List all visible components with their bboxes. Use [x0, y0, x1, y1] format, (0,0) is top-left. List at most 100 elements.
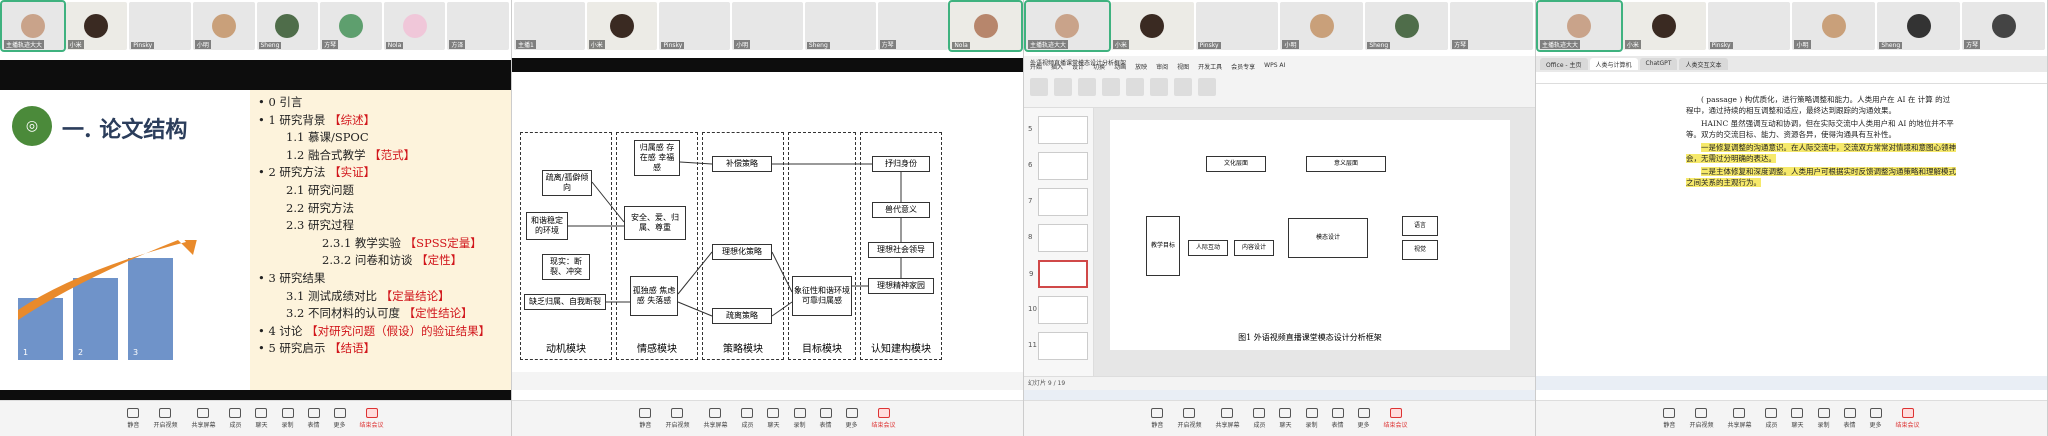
toolbar-button[interactable]: 成员 [229, 408, 241, 429]
participant-tile[interactable]: 小明 [192, 2, 255, 50]
participant-tile[interactable]: Sheng [1877, 2, 1961, 50]
address-bar[interactable] [1536, 72, 2047, 84]
ribbon-button[interactable] [1126, 78, 1144, 96]
toolbar-button[interactable]: 更多 [1869, 408, 1882, 429]
toolbar-button[interactable]: 结束会议 [1896, 408, 1920, 429]
menu-tab[interactable]: 设计 [1072, 62, 1084, 74]
participant-tile[interactable]: 主播轨迹大大 [1024, 0, 1111, 52]
toolbar-button[interactable]: 录制 [281, 408, 294, 429]
toolbar-button[interactable]: 共享屏幕 [703, 408, 727, 429]
slide-thumbnail[interactable]: 11 [1028, 332, 1088, 360]
participant-tile[interactable]: 小明 [1280, 2, 1364, 50]
toolbar-button[interactable]: 成员 [1765, 408, 1777, 429]
participant-tile[interactable]: 小明 [1792, 2, 1876, 50]
slide-thumbnail[interactable]: 8 [1028, 224, 1088, 252]
toolbar-button[interactable]: 开启视频 [1689, 408, 1713, 429]
participant-tile[interactable]: Pinsky [1195, 2, 1279, 50]
toolbar-button[interactable]: 静音 [1151, 408, 1163, 429]
toolbar-button[interactable]: 更多 [1357, 408, 1370, 429]
menu-tab[interactable]: 开发工具 [1198, 62, 1222, 74]
ribbon-button[interactable] [1150, 78, 1168, 96]
toolbar-button[interactable]: 更多 [333, 408, 346, 429]
menu-tab[interactable]: 会员专享 [1231, 62, 1255, 74]
toolbar-button[interactable]: 开启视频 [1177, 408, 1201, 429]
toolbar-button[interactable]: 共享屏幕 [191, 408, 215, 429]
toolbar-button[interactable]: 录制 [793, 408, 806, 429]
toolbar-button[interactable]: 聊天 [767, 408, 780, 429]
outline-item: • 5 研究启示 【结语】 [258, 340, 504, 358]
bar-label: 3 [133, 348, 138, 357]
menu-tab[interactable]: WPS AI [1264, 62, 1285, 74]
toolbar-button[interactable]: 聊天 [1279, 408, 1292, 429]
slide-thumbnail[interactable]: 6 [1028, 152, 1088, 180]
ribbon-button[interactable] [1174, 78, 1192, 96]
toolbar-button[interactable]: 共享屏幕 [1727, 408, 1751, 429]
slide-thumbnail[interactable]: 5 [1028, 116, 1088, 144]
toolbar-button[interactable]: 表情 [1843, 408, 1856, 429]
toolbar-button[interactable]: 聊天 [1791, 408, 1804, 429]
toolbar-button[interactable]: 录制 [1305, 408, 1318, 429]
menu-tab[interactable]: 切换 [1093, 62, 1105, 74]
participant-tile[interactable]: 小米 [586, 2, 658, 50]
browser-tab[interactable]: Office - 主页 [1540, 58, 1588, 70]
participant-tile[interactable]: 方琴 [1962, 2, 2045, 50]
participant-tile[interactable]: 小米 [65, 2, 128, 50]
participant-tile[interactable]: 主播轨迹大大 [1536, 0, 1623, 52]
ribbon-button[interactable] [1078, 78, 1096, 96]
menu-tab[interactable]: 审阅 [1156, 62, 1168, 74]
outline-text: • 4 讨论 [258, 323, 303, 338]
outline-item: 2.2 研究方法 [258, 200, 504, 218]
participant-tile[interactable]: Nola [383, 2, 446, 50]
toolbar-button[interactable]: 更多 [845, 408, 858, 429]
slide-thumbnail[interactable]: 7 [1028, 188, 1088, 216]
participant-tile[interactable]: 方琴 [877, 2, 949, 50]
toolbar-button[interactable]: 开启视频 [665, 408, 689, 429]
menu-tab[interactable]: 开始 [1030, 62, 1042, 74]
toolbar-button[interactable]: 结束会议 [360, 408, 384, 429]
browser-tab[interactable]: ChatGPT [1639, 58, 1678, 70]
toolbar-button[interactable]: 表情 [1331, 408, 1344, 429]
participant-tile[interactable]: Nola [948, 0, 1023, 52]
menu-tab[interactable]: 视图 [1177, 62, 1189, 74]
ribbon-button[interactable] [1198, 78, 1216, 96]
participant-tile[interactable]: 小米 [1622, 2, 1706, 50]
participant-tile[interactable]: 方泽 [447, 2, 509, 50]
menu-tab[interactable]: 插入 [1051, 62, 1063, 74]
browser-tab[interactable]: 人类与计算机 [1589, 58, 1638, 70]
participant-tile[interactable]: Sheng [256, 2, 319, 50]
toolbar-button[interactable]: 静音 [639, 408, 651, 429]
toolbar-button[interactable]: 录制 [1817, 408, 1830, 429]
participant-tile[interactable]: 方琴 [320, 2, 382, 50]
toolbar-button[interactable]: 聊天 [255, 408, 268, 429]
participant-tile[interactable]: Pinsky [129, 2, 191, 50]
participant-tile[interactable]: Pinsky [1707, 2, 1791, 50]
ribbon-button[interactable] [1054, 78, 1072, 96]
toolbar-button[interactable]: 成员 [741, 408, 753, 429]
participant-tile[interactable]: 主播轨迹大大 [0, 0, 66, 52]
toolbar-icon [1221, 408, 1234, 418]
browser-tab[interactable]: 人类交互文本 [1679, 58, 1728, 70]
toolbar-button[interactable]: 表情 [819, 408, 832, 429]
slide-thumbnail[interactable]: 9 [1029, 260, 1088, 288]
participant-tile[interactable]: 方琴 [1450, 2, 1533, 50]
toolbar-button[interactable]: 结束会议 [1384, 408, 1408, 429]
participant-tile[interactable]: Sheng [804, 2, 876, 50]
toolbar-button[interactable]: 共享屏幕 [1215, 408, 1239, 429]
toolbar-button[interactable]: 成员 [1253, 408, 1265, 429]
toolbar-button[interactable]: 结束会议 [872, 408, 896, 429]
participant-tile[interactable]: 小米 [1110, 2, 1194, 50]
toolbar-button[interactable]: 表情 [307, 408, 320, 429]
menu-tab[interactable]: 放映 [1135, 62, 1147, 74]
toolbar-label: 表情 [1331, 422, 1344, 429]
participant-tile[interactable]: Sheng [1365, 2, 1449, 50]
slide-thumbnail[interactable]: 10 [1028, 296, 1088, 324]
toolbar-button[interactable]: 静音 [1663, 408, 1675, 429]
toolbar-button[interactable]: 开启视频 [153, 408, 177, 429]
participant-tile[interactable]: 主播1 [514, 2, 585, 50]
ribbon-button[interactable] [1102, 78, 1120, 96]
ribbon-button[interactable] [1030, 78, 1048, 96]
participant-tile[interactable]: 小明 [732, 2, 803, 50]
toolbar-button[interactable]: 静音 [127, 408, 139, 429]
menu-tab[interactable]: 动画 [1114, 62, 1126, 74]
participant-tile[interactable]: Pinsky [659, 2, 731, 50]
